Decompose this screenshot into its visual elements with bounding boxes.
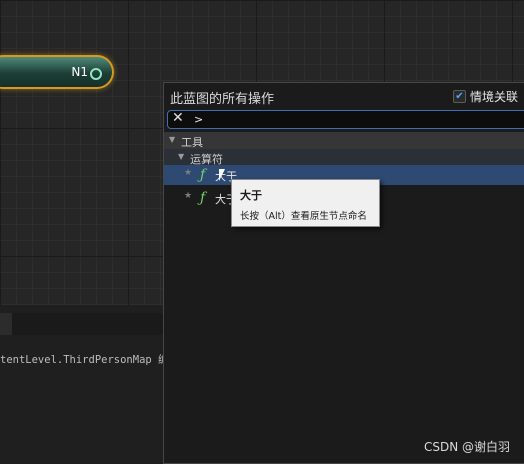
action-menu-header: 此蓝图的所有操作 ✔ 情境关联	[164, 83, 524, 109]
favorite-star-icon[interactable]: ★	[184, 191, 192, 201]
mouse-cursor-icon	[219, 169, 225, 181]
action-menu-title: 此蓝图的所有操作	[170, 92, 275, 107]
expand-arrow-icon: ▼	[178, 152, 185, 161]
output-pin-icon[interactable]	[90, 68, 102, 80]
tree-category-utilities[interactable]: ▼ 工具	[164, 132, 524, 150]
context-sensitive-label: 情境关联	[469, 90, 518, 104]
node-label: N1	[71, 65, 88, 79]
output-log-tab[interactable]	[0, 313, 12, 335]
tooltip-title: 大于	[240, 189, 262, 202]
output-log-tabbar	[12, 313, 164, 335]
tooltip-body: 长按（Alt）查看原生节点命名	[240, 211, 367, 222]
context-sensitive-toggle[interactable]: ✔ 情境关联	[452, 88, 518, 105]
expand-arrow-icon: ▼	[169, 135, 176, 144]
blueprint-node-n1[interactable]: N1	[0, 55, 114, 89]
context-sensitive-checkbox[interactable]: ✔	[452, 90, 466, 103]
item-tooltip: 大于 长按（Alt）查看原生节点命名	[231, 179, 380, 227]
action-search-input[interactable]: ✕ >	[167, 110, 524, 129]
clear-search-icon[interactable]: ✕	[172, 110, 184, 126]
favorite-star-icon[interactable]: ★	[184, 168, 192, 178]
category-label: 工具	[181, 136, 203, 149]
blueprint-action-menu: 此蓝图的所有操作 ✔ 情境关联 ✕ > ▼ 工具 ▼ 运算符 ★ ƒ 大于 ★ …	[163, 82, 524, 464]
output-log-line: tentLevel.ThirdPersonMap 编	[0, 354, 169, 366]
watermark: CSDN @谢白羽	[423, 440, 510, 454]
function-icon: ƒ	[200, 167, 206, 183]
search-query: >	[194, 113, 204, 126]
function-icon: ƒ	[200, 190, 206, 206]
